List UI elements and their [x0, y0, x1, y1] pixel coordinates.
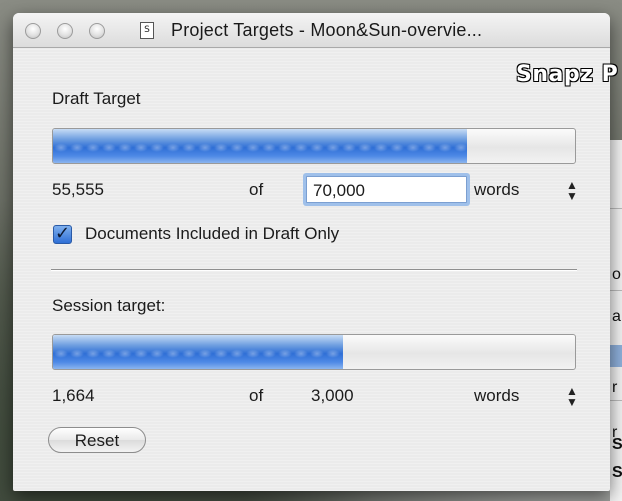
session-current-count: 1,664	[52, 386, 95, 405]
chevron-down-icon: ▼	[566, 189, 578, 203]
background-char: S	[612, 464, 622, 481]
background-document-strip: o a r r S S	[610, 140, 622, 501]
close-window-button[interactable]	[25, 23, 41, 39]
draft-target-label: Draft Target	[52, 89, 141, 108]
session-progress-bar	[52, 334, 576, 370]
draft-progress-bar	[52, 128, 576, 164]
zoom-window-button[interactable]	[89, 23, 105, 39]
background-char: o	[612, 266, 621, 283]
title-bar[interactable]: S Project Targets - Moon&Sun-overvie...	[13, 13, 610, 48]
background-char: S	[612, 436, 622, 453]
draft-current-count: 55,555	[52, 180, 104, 199]
background-char: a	[612, 308, 621, 325]
session-unit-stepper[interactable]: ▲ ▼	[566, 385, 578, 410]
snapz-overlay-text: Snapz P	[516, 62, 619, 87]
session-target-label: Session target:	[52, 296, 166, 315]
session-progress-fill	[53, 335, 343, 369]
section-divider	[51, 269, 577, 270]
draft-progress-fill	[53, 129, 468, 163]
draft-unit-select[interactable]: words	[474, 180, 519, 200]
draft-of-label: of	[249, 180, 264, 199]
background-char: r	[612, 379, 618, 396]
draft-target-input[interactable]: 70,000	[306, 176, 467, 203]
reset-button[interactable]: Reset	[48, 427, 146, 453]
session-unit-select[interactable]: words	[474, 386, 519, 406]
minimize-window-button[interactable]	[57, 23, 73, 39]
chevron-down-icon: ▼	[566, 395, 578, 409]
window-title: Project Targets - Moon&Sun-overvie...	[171, 20, 483, 40]
draft-unit-stepper[interactable]: ▲ ▼	[566, 179, 578, 204]
document-icon: S	[140, 22, 154, 39]
draft-only-label: Documents Included in Draft Only	[85, 224, 340, 243]
session-of-label: of	[249, 386, 264, 405]
draft-only-checkbox[interactable]: ✓	[53, 224, 72, 244]
session-target-value: 3,000	[311, 386, 354, 405]
